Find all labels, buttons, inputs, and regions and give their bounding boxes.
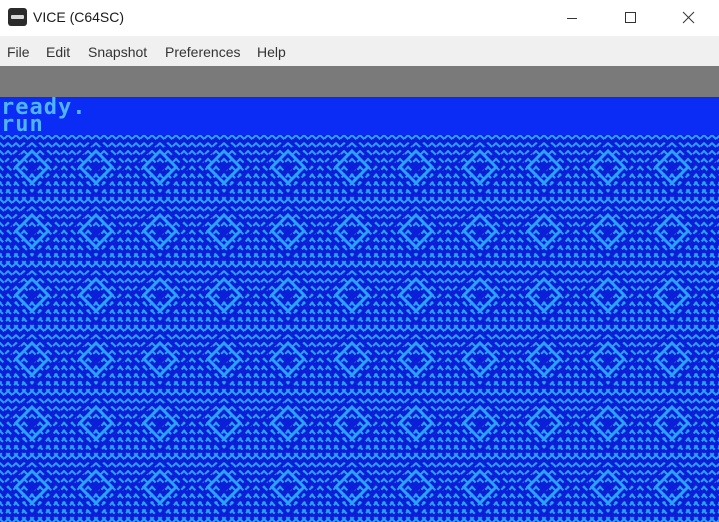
- close-icon: [682, 11, 695, 24]
- text-band: ready. run: [0, 97, 719, 137]
- pattern-fill: [0, 135, 719, 522]
- maximize-button[interactable]: [602, 0, 660, 36]
- menu-edit[interactable]: Edit: [46, 44, 70, 60]
- menu-bar: File Edit Snapshot Preferences Help: [0, 36, 719, 66]
- screen-border: [0, 66, 719, 97]
- vice-app-icon: [8, 8, 27, 26]
- menu-file[interactable]: File: [7, 44, 30, 60]
- run-command: run: [1, 112, 44, 137]
- menu-preferences[interactable]: Preferences: [165, 44, 240, 60]
- emulator-screen[interactable]: ready. run: [0, 66, 719, 522]
- menu-help[interactable]: Help: [257, 44, 286, 60]
- menu-snapshot[interactable]: Snapshot: [88, 44, 147, 60]
- minimize-button[interactable]: [544, 0, 602, 36]
- close-button[interactable]: [660, 0, 718, 36]
- window-title: VICE (C64SC): [33, 9, 125, 25]
- minimize-icon: [567, 18, 577, 19]
- pattern-display: [0, 135, 719, 522]
- title-bar[interactable]: VICE (C64SC): [0, 0, 719, 36]
- maximize-icon: [625, 12, 636, 23]
- vice-window: VICE (C64SC) File Edit Snapshot Preferen…: [0, 0, 719, 522]
